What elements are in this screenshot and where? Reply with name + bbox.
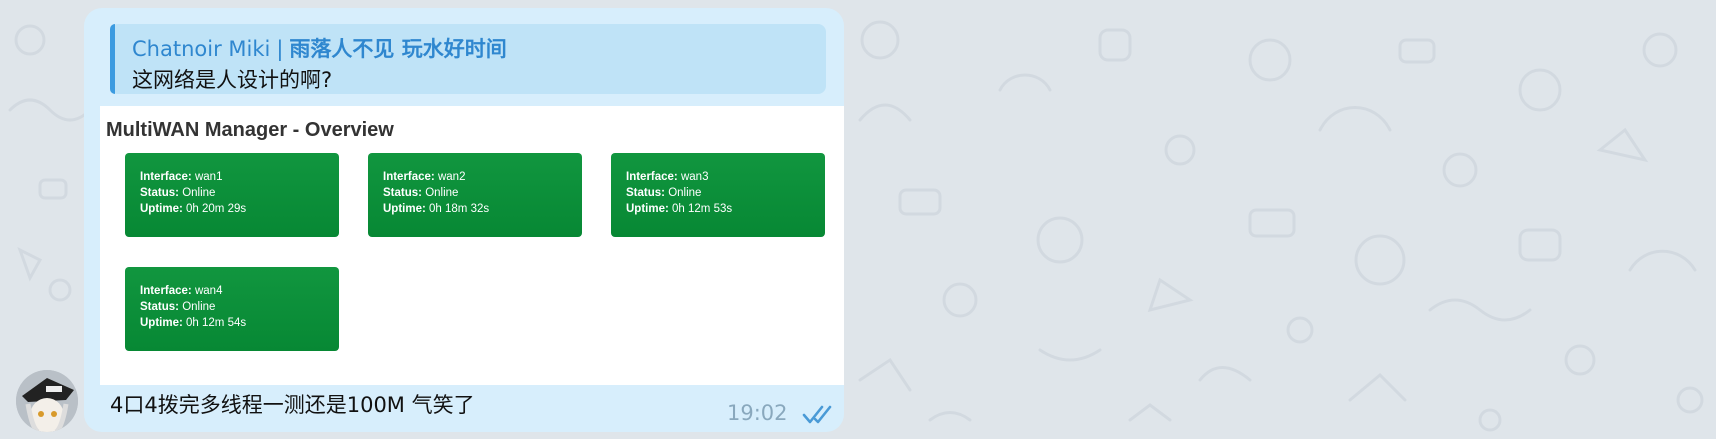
reply-quote[interactable]: Chatnoir Miki | 雨落人不见 玩水好时间 这网络是人设计的啊? <box>110 24 826 94</box>
interface-label: Interface: <box>140 171 192 183</box>
interface-card: Interface: wan3 Status: Online Uptime: 0… <box>611 153 825 237</box>
reply-sender-separator: | <box>276 37 284 61</box>
interface-line: Interface: wan3 <box>626 169 825 185</box>
attached-screenshot[interactable]: MultiWAN Manager - Overview Interface: w… <box>100 106 844 385</box>
uptime-label: Uptime: <box>140 317 183 329</box>
status-line: Status: Online <box>383 185 582 201</box>
status-label: Status: <box>383 187 422 199</box>
uptime-value: 0h 18m 32s <box>429 203 490 215</box>
uptime-value: 0h 20m 29s <box>186 203 247 215</box>
interface-value: wan2 <box>437 171 466 183</box>
interface-value: wan3 <box>680 171 709 183</box>
status-value: Online <box>182 187 216 199</box>
status-label: Status: <box>140 187 179 199</box>
status-label: Status: <box>626 187 665 199</box>
interface-line: Interface: wan4 <box>140 283 339 299</box>
interface-card: Interface: wan2 Status: Online Uptime: 0… <box>368 153 582 237</box>
avatar-image <box>16 370 78 432</box>
status-value: Online <box>668 187 702 199</box>
status-line: Status: Online <box>140 185 339 201</box>
reply-text: 这网络是人设计的啊? <box>132 68 333 92</box>
uptime-value: 0h 12m 54s <box>186 317 247 329</box>
uptime-label: Uptime: <box>626 203 669 215</box>
uptime-line: Uptime: 0h 20m 29s <box>140 201 339 217</box>
reply-sender-tail: 雨落人不见 玩水好时间 <box>289 37 507 61</box>
interface-card: Interface: wan4 Status: Online Uptime: 0… <box>125 267 339 351</box>
sender-avatar[interactable] <box>16 370 78 432</box>
uptime-label: Uptime: <box>383 203 426 215</box>
interface-line: Interface: wan1 <box>140 169 339 185</box>
interface-value: wan4 <box>194 285 223 297</box>
interface-label: Interface: <box>140 285 192 297</box>
uptime-label: Uptime: <box>140 203 183 215</box>
interface-value: wan1 <box>194 171 223 183</box>
reply-accent-bar <box>110 24 115 94</box>
uptime-value: 0h 12m 53s <box>672 203 733 215</box>
status-value: Online <box>182 301 216 313</box>
reply-sender-name: Chatnoir Miki <box>132 37 271 61</box>
status-value: Online <box>425 187 459 199</box>
interface-card: Interface: wan1 Status: Online Uptime: 0… <box>125 153 339 237</box>
reply-sender: Chatnoir Miki | 雨落人不见 玩水好时间 <box>132 33 507 63</box>
screenshot-title: MultiWAN Manager - Overview <box>106 119 394 141</box>
message-text: 4口4拨完多线程一测还是100M 气笑了 <box>110 393 475 417</box>
double-check-icon <box>802 405 832 424</box>
interface-line: Interface: wan2 <box>383 169 582 185</box>
message-time: 19:02 <box>727 401 788 425</box>
interface-label: Interface: <box>383 171 435 183</box>
status-line: Status: Online <box>626 185 825 201</box>
uptime-line: Uptime: 0h 12m 54s <box>140 315 339 331</box>
uptime-line: Uptime: 0h 18m 32s <box>383 201 582 217</box>
message-bubble[interactable]: Chatnoir Miki | 雨落人不见 玩水好时间 这网络是人设计的啊? Mul… <box>84 8 844 432</box>
status-label: Status: <box>140 301 179 313</box>
interface-label: Interface: <box>626 171 678 183</box>
status-line: Status: Online <box>140 299 339 315</box>
uptime-line: Uptime: 0h 12m 53s <box>626 201 825 217</box>
